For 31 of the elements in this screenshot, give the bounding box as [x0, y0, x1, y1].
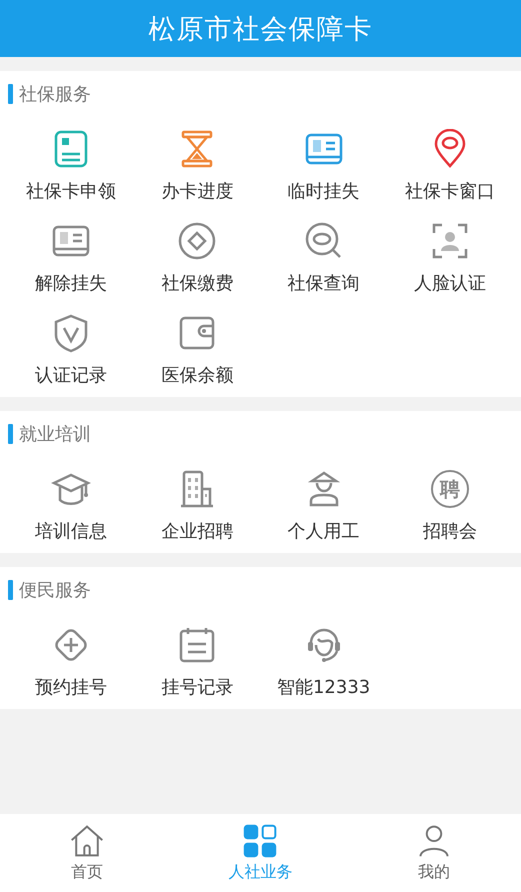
service-item[interactable]: 社保卡窗口 — [386, 129, 513, 203]
service-item[interactable]: 临时挂失 — [260, 129, 387, 203]
service-item[interactable]: 社保卡申领 — [8, 129, 134, 203]
app-title: 松原市社会保障卡 — [148, 12, 372, 46]
service-item[interactable]: 企业招聘 — [134, 469, 260, 543]
circle-text-icon: 聘 — [430, 470, 469, 508]
service-item[interactable]: 个人用工 — [260, 469, 387, 543]
service-item[interactable]: 医保余额 — [134, 313, 260, 387]
service-item[interactable]: 社保查询 — [260, 221, 387, 295]
tab[interactable]: 我的 — [347, 823, 521, 883]
coin-icon — [177, 221, 218, 261]
section-marker — [8, 580, 13, 600]
service-item[interactable]: 聘 招聘会 — [386, 469, 513, 543]
service-item[interactable]: 解除挂失 — [8, 221, 134, 295]
section-title: 社保服务 — [19, 83, 91, 106]
service-item[interactable]: 人脸认证 — [386, 221, 513, 295]
section-title: 便民服务 — [19, 579, 91, 602]
service-item[interactable]: 办卡进度 — [134, 129, 260, 203]
service-item[interactable]: 挂号记录 — [134, 625, 260, 699]
section-marker — [8, 424, 13, 444]
service-item[interactable]: 社保缴费 — [134, 221, 260, 295]
calendar-icon — [177, 625, 218, 665]
tab[interactable]: 首页 — [0, 823, 174, 883]
home-icon — [68, 823, 105, 859]
service-item[interactable]: 认证记录 — [8, 313, 134, 387]
service-item[interactable]: 培训信息 — [8, 469, 134, 543]
service-item[interactable]: 智能12333 — [260, 625, 387, 699]
service-item[interactable]: 预约挂号 — [8, 625, 134, 699]
section-marker — [8, 84, 13, 104]
section-title: 就业培训 — [19, 423, 91, 446]
grid-icon — [242, 823, 278, 859]
